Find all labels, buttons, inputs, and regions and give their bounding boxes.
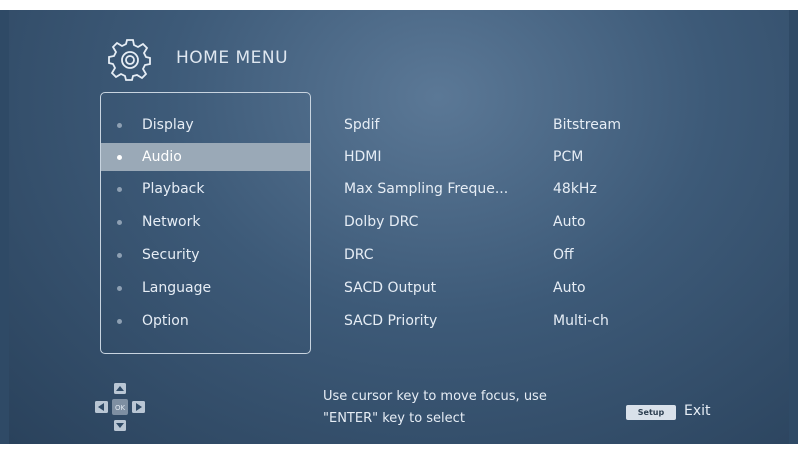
- bullet-icon: [117, 186, 122, 192]
- setting-name-drc[interactable]: DRC: [344, 245, 374, 265]
- setting-value-sacd-priority[interactable]: Multi-ch: [553, 311, 609, 331]
- menu-item-option[interactable]: Option: [101, 307, 310, 335]
- menu-item-label: Audio: [142, 149, 182, 165]
- navigation-hint: Use cursor key to move focus, use "ENTER…: [323, 386, 573, 430]
- menu-item-language[interactable]: Language: [101, 274, 310, 302]
- setting-name-hdmi[interactable]: HDMI: [344, 147, 382, 167]
- setting-value-hdmi[interactable]: PCM: [553, 147, 583, 167]
- setting-name-sacd-output[interactable]: SACD Output: [344, 278, 436, 298]
- hint-line: Use cursor key to move focus, use: [323, 389, 547, 404]
- bullet-icon: [117, 318, 122, 324]
- setting-value-sacd-output[interactable]: Auto: [553, 278, 586, 298]
- top-border: [0, 0, 798, 10]
- bullet-icon: [117, 252, 122, 258]
- setup-key-badge[interactable]: Setup: [626, 405, 676, 420]
- gear-icon: [108, 39, 151, 81]
- menu-item-label: Option: [142, 313, 189, 329]
- menu-item-label: Security: [142, 247, 200, 263]
- dpad-icon: OK: [95, 383, 145, 431]
- menu-item-label: Playback: [142, 181, 205, 197]
- bullet-icon: [117, 219, 122, 225]
- setting-value-drc[interactable]: Off: [553, 245, 574, 265]
- menu-item-security[interactable]: Security: [101, 241, 310, 269]
- menu-item-network[interactable]: Network: [101, 208, 310, 236]
- menu-item-display[interactable]: Display: [101, 111, 310, 139]
- ok-key-label: OK: [115, 404, 126, 412]
- menu-item-label: Network: [142, 214, 201, 230]
- setting-value-spdif[interactable]: Bitstream: [553, 115, 621, 135]
- setting-value-max-sampling[interactable]: 48kHz: [553, 179, 597, 199]
- menu-item-label: Language: [142, 280, 212, 296]
- bullet-icon: [117, 154, 122, 160]
- setting-name-max-sampling[interactable]: Max Sampling Freque...: [344, 179, 508, 199]
- hint-line: "ENTER" key to select: [323, 411, 465, 426]
- bullet-icon: [117, 285, 122, 291]
- setting-value-dolby-drc[interactable]: Auto: [553, 212, 586, 232]
- setting-name-sacd-priority[interactable]: SACD Priority: [344, 311, 437, 331]
- menu-item-playback[interactable]: Playback: [101, 175, 310, 203]
- setting-name-dolby-drc[interactable]: Dolby DRC: [344, 212, 418, 232]
- page-title: HOME MENU: [176, 48, 289, 68]
- menu-item-label: Display: [142, 117, 194, 133]
- bullet-icon: [117, 122, 122, 128]
- exit-label[interactable]: Exit: [684, 403, 711, 419]
- menu-item-audio[interactable]: Audio: [101, 143, 310, 171]
- bottom-border: [0, 444, 798, 454]
- setting-name-spdif[interactable]: Spdif: [344, 115, 379, 135]
